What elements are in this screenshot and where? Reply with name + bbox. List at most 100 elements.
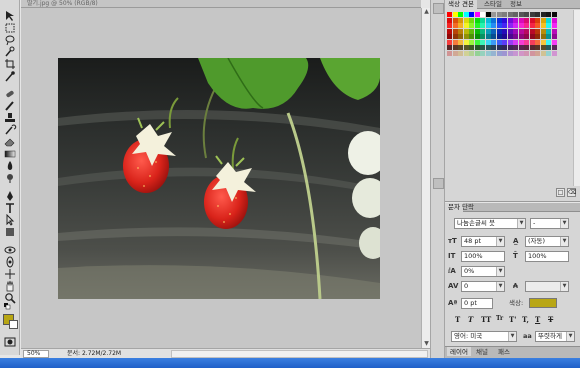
- 3d-pan-tool-icon[interactable]: [3, 268, 17, 280]
- color-swatch[interactable]: [469, 23, 474, 28]
- color-swatch[interactable]: [458, 28, 463, 34]
- color-swatch[interactable]: [463, 45, 469, 50]
- horizontal-scrollbar[interactable]: [171, 350, 428, 358]
- stamp-tool-icon[interactable]: [3, 112, 17, 124]
- color-swatch[interactable]: [469, 45, 474, 50]
- leading-field[interactable]: (자동) ▼: [525, 236, 569, 247]
- gradient-tool-icon[interactable]: [3, 148, 17, 160]
- font-family-select[interactable]: 나눔손글씨 붓 ▼: [454, 218, 526, 229]
- blur-tool-icon[interactable]: [3, 160, 17, 172]
- color-swatch[interactable]: [524, 28, 529, 34]
- background-color-swatch[interactable]: [9, 320, 18, 329]
- color-swatch[interactable]: [546, 28, 551, 34]
- color-swatch[interactable]: [458, 17, 463, 23]
- collapse-panels-icon[interactable]: [433, 3, 444, 14]
- color-swatch[interactable]: [491, 12, 496, 17]
- color-swatch[interactable]: [513, 28, 518, 34]
- color-swatch[interactable]: [447, 12, 452, 17]
- tab-layers[interactable]: 레이어: [447, 347, 471, 356]
- color-swatch[interactable]: [485, 17, 491, 23]
- color-swatch[interactable]: [480, 17, 485, 23]
- color-swatch[interactable]: [463, 23, 469, 28]
- color-swatch[interactable]: [452, 45, 458, 50]
- color-swatch[interactable]: [447, 34, 452, 39]
- color-swatch[interactable]: [452, 23, 458, 28]
- text-color-swatch[interactable]: [529, 298, 557, 308]
- color-swatch[interactable]: [529, 23, 535, 28]
- font-size-field[interactable]: 48 pt ▼: [461, 236, 505, 247]
- color-swatch[interactable]: [518, 28, 524, 34]
- color-swatch[interactable]: [485, 45, 491, 50]
- color-swatch[interactable]: [529, 17, 535, 23]
- vertical-scrollbar[interactable]: ▲ ▼: [421, 8, 430, 348]
- color-swatch[interactable]: [480, 50, 485, 56]
- tab-paths[interactable]: 패스: [495, 347, 513, 356]
- color-swatch[interactable]: [474, 28, 480, 34]
- delete-swatch-icon[interactable]: ⌫: [567, 188, 576, 197]
- shape-tool-icon[interactable]: [3, 226, 17, 238]
- color-swatch[interactable]: [540, 17, 546, 23]
- color-swatch[interactable]: [507, 50, 513, 56]
- color-swatch[interactable]: [529, 50, 535, 56]
- color-swatch[interactable]: [496, 17, 502, 23]
- dodge-tool-icon[interactable]: [3, 172, 17, 184]
- swatch-grid[interactable]: [447, 12, 557, 60]
- color-swatch[interactable]: [546, 34, 551, 39]
- color-swatch[interactable]: [458, 34, 463, 39]
- color-swatch[interactable]: [535, 12, 540, 17]
- color-swatch[interactable]: [480, 12, 485, 17]
- color-swatch[interactable]: [458, 45, 463, 50]
- history-brush-tool-icon[interactable]: [3, 124, 17, 136]
- language-select[interactable]: 영어: 미국 ▼: [451, 331, 517, 342]
- swatch-scrollbar[interactable]: [573, 10, 580, 186]
- path-select-tool-icon[interactable]: [3, 214, 17, 226]
- color-swatch[interactable]: [502, 50, 507, 56]
- color-swatch[interactable]: [518, 23, 524, 28]
- color-swatch[interactable]: [463, 17, 469, 23]
- color-swatch[interactable]: [551, 23, 557, 28]
- color-swatch[interactable]: [535, 17, 540, 23]
- vertical-scale-field[interactable]: 100%: [461, 251, 505, 262]
- color-swatch[interactable]: [463, 28, 469, 34]
- color-swatch[interactable]: [474, 12, 480, 17]
- color-swatch[interactable]: [535, 45, 540, 50]
- color-swatch[interactable]: [485, 50, 491, 56]
- color-swatch[interactable]: [463, 39, 469, 45]
- color-swatch[interactable]: [518, 39, 524, 45]
- color-swatch[interactable]: [447, 45, 452, 50]
- color-swatch[interactable]: [447, 28, 452, 34]
- color-swatch[interactable]: [502, 23, 507, 28]
- color-swatch[interactable]: [529, 45, 535, 50]
- color-swatch[interactable]: [480, 28, 485, 34]
- color-swatch[interactable]: [535, 50, 540, 56]
- color-swatch[interactable]: [469, 17, 474, 23]
- color-swatch[interactable]: [507, 23, 513, 28]
- color-swatch[interactable]: [480, 45, 485, 50]
- color-swatch[interactable]: [529, 34, 535, 39]
- color-swatch[interactable]: [524, 34, 529, 39]
- default-colors-icon[interactable]: [3, 302, 17, 310]
- color-swatch[interactable]: [458, 39, 463, 45]
- color-swatch[interactable]: [480, 39, 485, 45]
- color-swatch[interactable]: [507, 17, 513, 23]
- scroll-down-icon[interactable]: ▼: [423, 340, 430, 348]
- tab-paragraph[interactable]: 단락: [459, 203, 477, 212]
- color-swatch[interactable]: [551, 12, 557, 17]
- color-swatch[interactable]: [513, 34, 518, 39]
- color-swatch[interactable]: [540, 45, 546, 50]
- color-swatch[interactable]: [551, 45, 557, 50]
- color-swatch[interactable]: [524, 39, 529, 45]
- underline-button[interactable]: T: [535, 315, 540, 324]
- color-swatch[interactable]: [485, 34, 491, 39]
- all-caps-button[interactable]: TT: [481, 315, 491, 324]
- color-swatch[interactable]: [447, 17, 452, 23]
- 3d-rotate-tool-icon[interactable]: [3, 244, 17, 256]
- color-swatch[interactable]: [551, 34, 557, 39]
- color-swatch[interactable]: [529, 28, 535, 34]
- color-swatch[interactable]: [518, 12, 524, 17]
- color-swatch[interactable]: [496, 34, 502, 39]
- color-swatch[interactable]: [447, 50, 452, 56]
- color-swatch[interactable]: [496, 45, 502, 50]
- expand-panel-icon[interactable]: [433, 178, 444, 189]
- color-swatch[interactable]: [551, 28, 557, 34]
